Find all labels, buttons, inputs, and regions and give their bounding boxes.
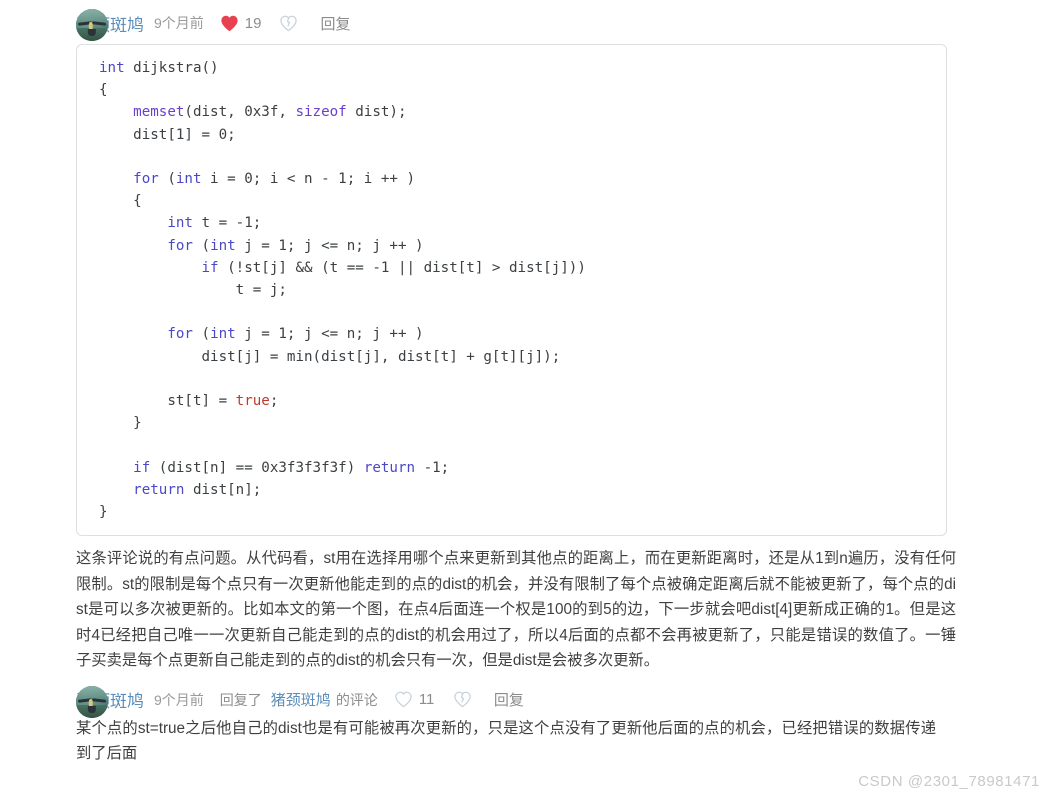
code-token: dist[j] = min(dist[j], dist[t] + g[t][j]… [99, 348, 561, 365]
code-token: i = 0; i < n - 1; i ++ ) [201, 171, 416, 188]
code-token: memset [133, 104, 185, 121]
comment-thread: 猪颈斑鸠 9个月前 19 回复 int dijkstra() {memset(… [0, 0, 1058, 798]
comment-reply: 猪颈斑鸠 9个月前 回复了 猪颈斑鸠 的评论 11 回复 某个点的st=true… [0, 685, 1058, 767]
code-block: int dijkstra() { memset(dist, 0x3f, size… [76, 44, 947, 537]
code-token: (dist[n] == 0x3f3f3f3f) [150, 459, 364, 476]
code-token: dist); [346, 104, 407, 121]
code-token: ; [269, 393, 279, 410]
code-token: (dist, 0x3f, [184, 104, 296, 121]
code-token: { [99, 82, 108, 99]
comment-body: 猪颈斑鸠 9个月前 回复了 猪颈斑鸠 的评论 11 回复 某个点的st=true… [76, 686, 1058, 767]
code-token: j = 1; j <= n; j ++ ) [235, 237, 424, 254]
reply-button[interactable]: 回复 [494, 689, 524, 710]
dislike-button[interactable] [453, 691, 472, 708]
code-token: int [175, 171, 202, 188]
reply-to-prefix: 回复了 [219, 691, 262, 708]
code-token: -1; [415, 459, 450, 476]
reply-button[interactable]: 回复 [320, 13, 350, 34]
comment-primary: 猪颈斑鸠 9个月前 19 回复 int dijkstra() {memset(… [0, 0, 1058, 674]
reply-wrapper: 猪颈斑鸠 9个月前 回复了 猪颈斑鸠 的评论 11 回复 某个点的st=true… [0, 685, 1058, 767]
heart-outline-icon [394, 691, 413, 708]
code-token: ( [192, 237, 211, 254]
comment-text: 这条评论说的有点问题。从代码看，st用在选择用哪个点来更新到其他点的距离上，而在… [76, 550, 956, 670]
csdn-watermark: CSDN @2301_78981471 [858, 773, 1040, 790]
code-token: dijkstra() [124, 60, 219, 76]
heart-filled-icon [220, 15, 239, 32]
code-token: return [363, 459, 416, 476]
code-token: dist[n]; [184, 481, 262, 498]
code-token: int [210, 326, 236, 343]
code-token: st[t] = [99, 393, 236, 410]
broken-heart-icon [453, 691, 472, 708]
code-token: dist[1] = 0; [99, 126, 236, 143]
like-button[interactable] [394, 691, 413, 708]
code-token: return [133, 481, 185, 498]
code-token: int [99, 60, 125, 76]
comment-meta-row: 猪颈斑鸠 9个月前 19 回复 [76, 9, 1058, 37]
code-token: t = j; [99, 282, 287, 299]
comment-body: 猪颈斑鸠 9个月前 19 回复 int dijkstra() {memset(… [76, 9, 1058, 674]
comment-timestamp: 9个月前 [154, 691, 204, 708]
code-content[interactable]: int dijkstra() { memset(dist, 0x3f, size… [77, 57, 946, 523]
code-token: int [210, 237, 236, 254]
code-token: } [99, 504, 108, 521]
code-token: (!st[j] && (t == -1 || dist[t] > dist[j]… [218, 259, 586, 276]
reply-to-suffix: 的评论 [335, 691, 378, 708]
code-token: true [235, 393, 270, 410]
code-token: if [201, 259, 219, 276]
comment-meta-row: 猪颈斑鸠 9个月前 回复了 猪颈斑鸠 的评论 11 回复 [76, 686, 1058, 714]
avatar[interactable] [76, 9, 108, 41]
reply-to-username[interactable]: 猪颈斑鸠 [271, 689, 331, 710]
broken-heart-icon [279, 15, 298, 32]
like-count: 11 [418, 691, 435, 709]
code-token: for [167, 326, 193, 343]
code-token: ( [158, 171, 176, 188]
code-token: ( [192, 326, 211, 343]
code-token: j = 1; j <= n; j ++ ) [235, 326, 424, 343]
code-token: for [167, 237, 193, 254]
comment-text: 某个点的st=true之后他自己的dist也是有可能被再次更新的，只是这个点没有… [76, 719, 936, 763]
code-token: for [133, 171, 159, 188]
code-token: int [167, 215, 193, 232]
code-token: } [99, 415, 142, 432]
code-token: t = -1; [192, 215, 262, 232]
like-count: 19 [244, 14, 262, 32]
comment-timestamp: 9个月前 [154, 15, 204, 31]
code-token: { [99, 193, 142, 210]
like-button[interactable] [220, 15, 239, 32]
code-token: if [133, 459, 151, 476]
code-token: sizeof [295, 104, 347, 121]
dislike-button[interactable] [279, 15, 298, 32]
avatar[interactable] [76, 685, 108, 718]
